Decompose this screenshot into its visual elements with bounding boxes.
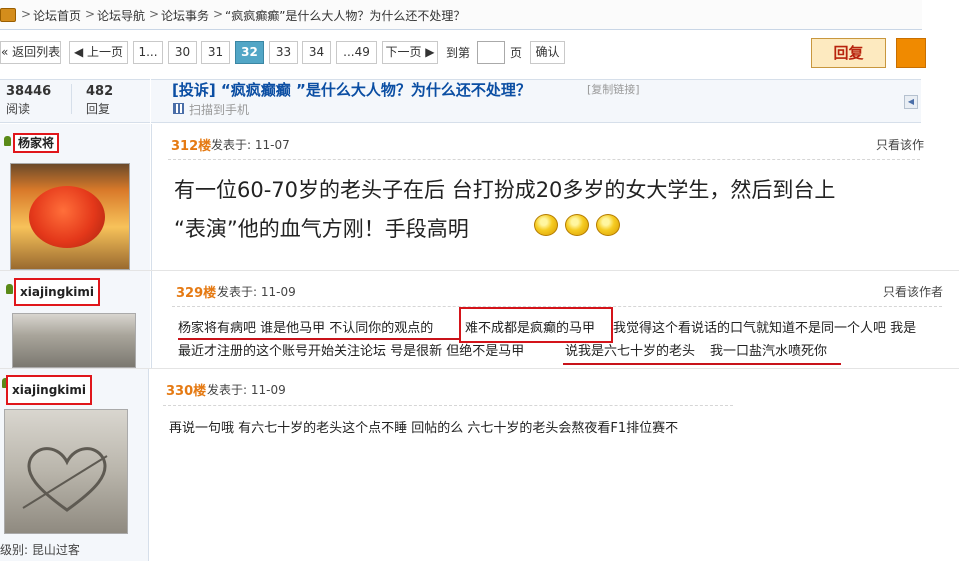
replies-label: 回复 (86, 102, 111, 116)
author-avatar[interactable] (12, 313, 136, 368)
post-divider (151, 271, 152, 368)
next-page-button[interactable]: 下一页 ▶ (382, 41, 438, 64)
post-time: 发表于: 11-07 (211, 138, 290, 152)
author-name[interactable]: xiajingkimi (6, 375, 93, 405)
emoticon-icon (565, 214, 589, 236)
online-status-icon (4, 136, 11, 146)
post-time: 发表于: 11-09 (217, 285, 296, 299)
post-content-text: 最近才注册的这个账号开始关注论坛 号是很新 但绝不是马甲 (178, 344, 525, 359)
home-icon[interactable] (0, 8, 16, 22)
underline-mark (563, 363, 841, 365)
author-avatar[interactable] (4, 409, 128, 534)
post-time: 发表于: 11-09 (207, 383, 286, 397)
current-page[interactable]: 32 (235, 41, 264, 64)
post-divider (148, 369, 149, 561)
reply-button[interactable]: 回复 (811, 38, 886, 68)
post-content-text: 我觉得这个看说话的口气就知道不是同一个人吧 我是 (613, 321, 917, 336)
jump-suffix-label: 页 (510, 46, 523, 60)
post-header-divider (168, 159, 920, 160)
breadcrumb-separator: > (21, 7, 32, 21)
post-content-text: 再说一句哦 有六七十岁的老头这个点不睡 回帖的么 六七十岁的老头会熬夜看F1排位… (169, 421, 679, 436)
page-link[interactable]: 30 (168, 41, 197, 64)
floor-number[interactable]: 329楼 (176, 282, 216, 301)
breadcrumb-separator: > (213, 7, 224, 21)
heart-drawing-icon (22, 447, 108, 512)
page-link[interactable]: 34 (302, 41, 331, 64)
copy-link[interactable]: [复制链接] (587, 81, 640, 97)
underline-mark (178, 338, 460, 340)
post-content-text: 杨家将有病吧 谁是他马甲 不认同你的观点的 (178, 321, 434, 336)
scan-to-phone-link[interactable]: 扫描到手机 (189, 101, 249, 118)
back-to-list-button[interactable]: « 返回列表 (0, 41, 61, 64)
breadcrumb-separator: > (85, 7, 96, 21)
breadcrumb-separator: > (149, 7, 160, 21)
post-content-line: 有一位60-70岁的老头子在后 台打扮成20多岁的女大学生，然后到台上 (174, 178, 836, 202)
collapse-icon[interactable]: ◀ (904, 95, 918, 109)
author-name[interactable]: xiajingkimi (14, 278, 101, 306)
umbrella-graphic (29, 186, 105, 248)
prev-page-button[interactable]: ◀ 上一页 (69, 41, 128, 64)
jump-prefix-label: 到第 (446, 46, 471, 60)
replies-count: 482 (86, 84, 114, 99)
page-link[interactable]: 31 (201, 41, 230, 64)
thread-title[interactable]: [投诉] “疯疯癫癫 ”是什么大人物？为什么还不处理？ (172, 79, 531, 100)
post-content-underlined: 说我是六七十岁的老头 (565, 344, 696, 359)
online-status-icon (6, 284, 13, 294)
breadcrumb-affairs-link[interactable]: 论坛事务 (161, 7, 209, 24)
breadcrumb-thread-link[interactable]: “疯疯癫癫”是什么大人物？为什么还不处理？ (225, 7, 465, 24)
views-count: 38446 (6, 84, 52, 99)
user-level: 级别: 昆山过客 (0, 543, 80, 557)
post-content-underlined: 我一口盐汽水喷死你 (710, 344, 828, 359)
emoticon-icon (596, 214, 620, 236)
page-link[interactable]: 1... (133, 41, 163, 64)
post-content-line: “表演”他的血气方刚！手段高明 (174, 217, 469, 241)
page-link[interactable]: 33 (269, 41, 298, 64)
post-divider (151, 124, 152, 270)
only-view-author-link[interactable]: 只看该作者 (883, 283, 943, 300)
author-avatar[interactable] (10, 163, 130, 270)
floor-number[interactable]: 312楼 (171, 135, 211, 154)
page-link[interactable]: ...49 (336, 41, 377, 64)
only-view-author-link[interactable]: 只看该作 (876, 136, 924, 153)
post-header-divider (163, 405, 733, 406)
views-label: 阅读 (6, 102, 31, 116)
new-post-button[interactable] (896, 38, 926, 68)
qr-code-icon (173, 103, 184, 114)
author-name[interactable]: 杨家将 (13, 133, 60, 153)
post-content-highlighted: 难不成都是疯癫的马甲 (465, 321, 596, 336)
breadcrumb-nav-link[interactable]: 论坛导航 (97, 7, 145, 24)
stats-divider (71, 84, 72, 114)
confirm-jump-button[interactable]: 确认 (530, 41, 565, 64)
breadcrumb-home-link[interactable]: 论坛首页 (33, 7, 81, 24)
emoticon-icon (534, 214, 558, 236)
page-jump-input[interactable] (477, 41, 505, 64)
floor-number[interactable]: 330楼 (166, 380, 206, 399)
